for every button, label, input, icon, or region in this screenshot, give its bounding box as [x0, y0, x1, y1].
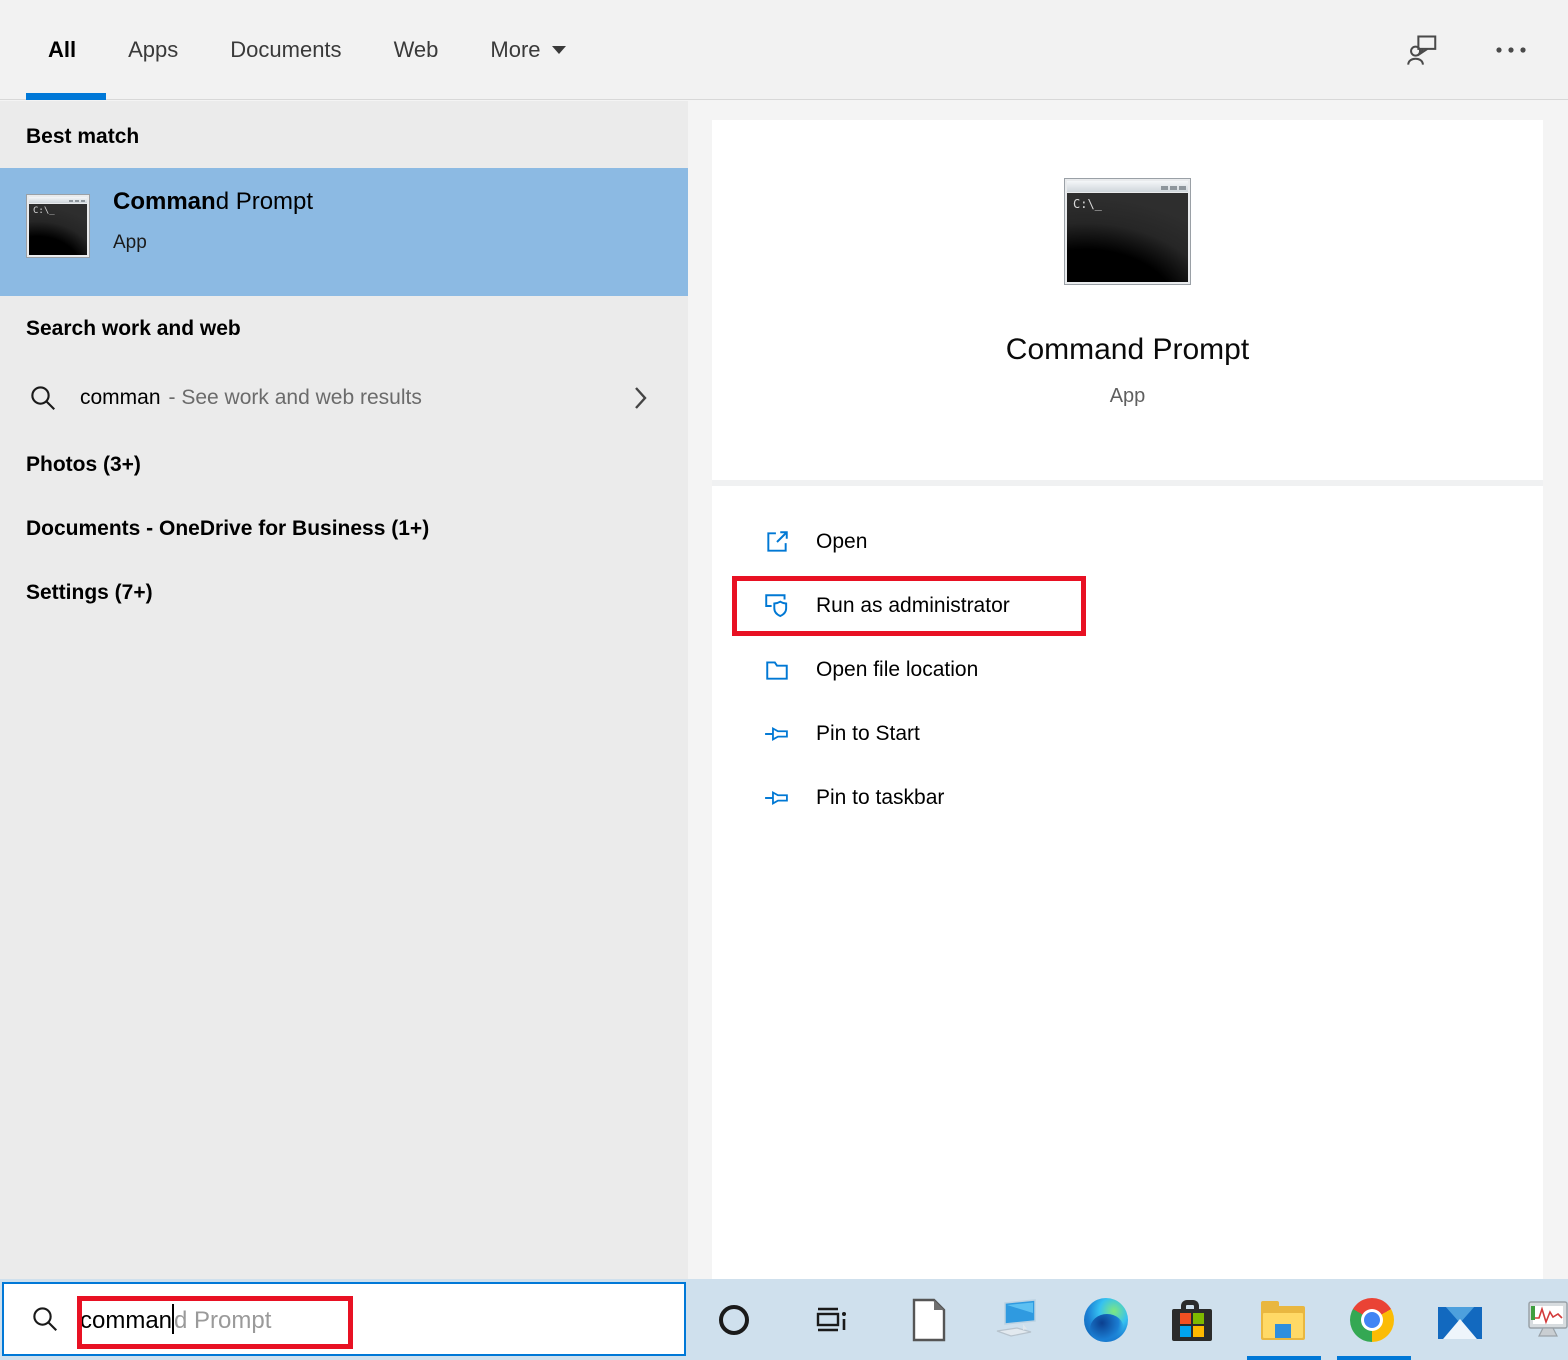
category-photos[interactable]: Photos (3+) [26, 453, 141, 477]
best-match-result-command-prompt[interactable]: C:\_ Command Prompt App [0, 168, 688, 296]
file-explorer-running-indicator [1247, 1356, 1321, 1360]
pin-icon [762, 783, 792, 813]
task-view-icon[interactable] [806, 1296, 854, 1344]
chrome-running-indicator [1337, 1356, 1411, 1360]
taskbar-search-input[interactable]: command Prompt [2, 1282, 686, 1356]
tab-apps[interactable]: Apps [128, 37, 178, 63]
best-match-heading: Best match [26, 125, 140, 148]
search-typed-text: comman [80, 1306, 173, 1334]
mail-icon[interactable] [1436, 1296, 1484, 1344]
this-pc-icon[interactable] [992, 1296, 1040, 1344]
action-open-file-location[interactable]: Open file location [712, 638, 1543, 702]
taskbar: command Prompt [0, 1279, 1568, 1360]
action-pin-to-start[interactable]: Pin to Start [712, 702, 1543, 766]
search-work-web-heading: Search work and web [26, 317, 241, 340]
suggestion-hint: - See work and web results [168, 386, 422, 409]
action-pin-to-taskbar-label: Pin to taskbar [816, 786, 945, 809]
action-pin-to-start-label: Pin to Start [816, 722, 920, 745]
search-query-text: command Prompt [80, 1303, 272, 1335]
search-icon [33, 1307, 58, 1332]
action-run-as-administrator-label: Run as administrator [816, 594, 1010, 617]
chrome-icon[interactable] [1348, 1296, 1396, 1344]
chevron-right-icon[interactable] [630, 385, 650, 411]
performance-monitor-icon[interactable] [1524, 1296, 1568, 1344]
best-match-type: App [113, 232, 147, 253]
action-pin-to-taskbar[interactable]: Pin to taskbar [712, 766, 1543, 830]
pin-icon [762, 719, 792, 749]
action-open-label: Open [816, 530, 868, 553]
filter-tabs: All Apps Documents Web More [0, 0, 1568, 99]
open-file-location-icon [762, 655, 792, 685]
tab-more[interactable]: More [490, 37, 566, 63]
best-match-title-rest: d Prompt [215, 188, 314, 215]
category-settings[interactable]: Settings (7+) [26, 581, 153, 605]
best-match-title-typed: Comman [113, 188, 216, 215]
preview-app-title: Command Prompt [1005, 333, 1250, 366]
tab-documents[interactable]: Documents [230, 37, 341, 63]
search-autocomplete-text: d Prompt [174, 1306, 272, 1334]
search-icon [31, 386, 56, 411]
file-explorer-icon[interactable] [1259, 1296, 1307, 1344]
preview-app-type: App [1109, 385, 1146, 407]
run-as-admin-icon [762, 591, 792, 621]
context-actions: Open Run as administrator Open file loca… [712, 510, 1543, 830]
results-panel: Best match C:\_ Command Prompt App Searc… [0, 101, 688, 1279]
category-documents-onedrive[interactable]: Documents - OneDrive for Business (1+) [26, 517, 429, 541]
search-filter-header: All Apps Documents Web More [0, 0, 1568, 100]
microsoft-store-icon[interactable] [1168, 1296, 1216, 1344]
preview-divider [712, 480, 1543, 486]
command-prompt-icon-large: C:\_ [1064, 178, 1191, 285]
edge-icon[interactable] [1082, 1296, 1130, 1344]
tab-web[interactable]: Web [394, 37, 439, 63]
action-run-as-administrator[interactable]: Run as administrator [712, 574, 1543, 638]
best-match-title: Command Prompt [113, 188, 313, 216]
suggestion-query: comman [80, 386, 161, 409]
action-open-file-location-label: Open file location [816, 658, 979, 681]
cortana-icon[interactable] [710, 1296, 758, 1344]
preview-panel: C:\_ Command Prompt App Open Run as admi… [712, 120, 1543, 1279]
command-prompt-icon: C:\_ [26, 194, 90, 258]
web-search-suggestion[interactable]: comman - See work and web results [0, 365, 688, 431]
tab-all[interactable]: All [48, 37, 76, 63]
feedback-person-chat-icon[interactable] [1406, 32, 1442, 68]
tab-more-label: More [490, 36, 541, 62]
windows-search-flyout: All Apps Documents Web More Best match C… [0, 0, 1568, 1360]
libreoffice-icon[interactable] [904, 1296, 952, 1344]
ellipsis-icon[interactable] [1494, 44, 1528, 56]
chevron-down-icon [551, 45, 566, 54]
active-tab-underline [26, 93, 106, 100]
open-icon [762, 527, 792, 557]
action-open[interactable]: Open [712, 510, 1543, 574]
